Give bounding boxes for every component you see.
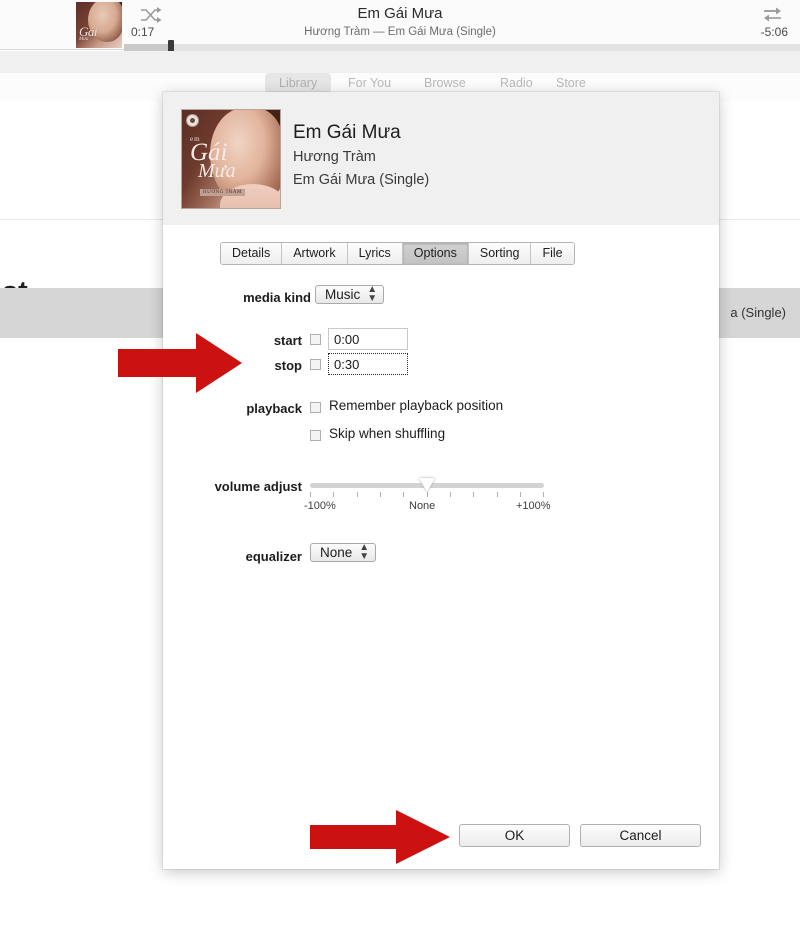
tab-details[interactable]: Details — [221, 243, 282, 264]
playback-label: playback — [163, 401, 302, 416]
tab-for-you[interactable]: For You — [348, 76, 391, 90]
annotation-arrow-ok — [310, 808, 452, 866]
now-playing-title: Em Gái Mưa — [0, 4, 800, 23]
tab-artwork[interactable]: Artwork — [282, 243, 347, 264]
cancel-button[interactable]: Cancel — [580, 824, 701, 847]
dialog-album-artwork: em Gái Mưa HƯƠNG TRÀM — [181, 109, 281, 209]
volume-min-label: -100% — [304, 500, 336, 512]
playback-scrubber[interactable] — [124, 44, 800, 51]
media-kind-label: media kind — [163, 290, 311, 305]
tab-library[interactable]: Library — [265, 73, 331, 93]
equalizer-select[interactable]: None ▲▼ — [310, 543, 376, 562]
stop-checkbox[interactable] — [310, 359, 321, 370]
artwork-logo-line4: HƯƠNG TRÀM — [200, 189, 245, 196]
remember-position-checkbox[interactable] — [310, 402, 321, 413]
dialog-album: Em Gái Mưa (Single) — [293, 172, 429, 188]
equalizer-value: None — [320, 545, 352, 560]
skip-shuffling-checkbox[interactable] — [310, 430, 321, 441]
volume-slider-handle[interactable] — [419, 478, 435, 492]
artwork-logo-line1: em — [190, 135, 245, 143]
start-checkbox[interactable] — [310, 334, 321, 345]
dialog-artist: Hương Tràm — [293, 149, 376, 165]
tab-radio[interactable]: Radio — [500, 76, 533, 90]
dialog-tab-bar: Details Artwork Lyrics Options Sorting F… — [220, 242, 575, 265]
player-bar: GáiMưa 0:17 Em Gái Mưa Hương Tràm — Em G… — [0, 0, 800, 50]
artwork-logo-text: em Gái Mưa HƯƠNG TRÀM — [190, 135, 245, 198]
chevron-updown-icon: ▲▼ — [367, 285, 377, 303]
tab-lyrics[interactable]: Lyrics — [348, 243, 403, 264]
remember-position-label[interactable]: Remember playback position — [329, 398, 503, 413]
now-playing-subtitle: Hương Tràm — Em Gái Mưa (Single) — [0, 24, 800, 40]
equalizer-label: equalizer — [163, 549, 302, 564]
now-playing-info: Em Gái Mưa Hương Tràm — Em Gái Mưa (Sing… — [0, 4, 800, 40]
remaining-time: -5:06 — [761, 25, 788, 39]
volume-mid-label: None — [409, 500, 435, 512]
volume-adjust-label: volume adjust — [163, 479, 302, 494]
annotation-arrow-start-stop — [118, 331, 244, 395]
tab-file[interactable]: File — [531, 243, 573, 264]
dialog-track-title: Em Gái Mưa — [293, 122, 401, 144]
background-toolbar-strip — [0, 51, 800, 73]
repeat-icon[interactable] — [760, 3, 786, 25]
track-info-dialog: em Gái Mưa HƯƠNG TRÀM Em Gái Mưa Hương T… — [163, 92, 719, 869]
scrubber-fill — [124, 44, 170, 51]
stop-time-input[interactable]: 0:30 — [328, 353, 408, 375]
media-kind-value: Music — [325, 287, 360, 302]
dialog-header: em Gái Mưa HƯƠNG TRÀM Em Gái Mưa Hương T… — [163, 92, 719, 225]
chevron-updown-icon: ▲▼ — [359, 543, 369, 561]
selected-track-album: a (Single) — [730, 305, 786, 320]
tab-options[interactable]: Options — [403, 243, 469, 264]
media-kind-select[interactable]: Music ▲▼ — [315, 285, 384, 304]
volume-slider-ticks — [310, 492, 544, 499]
tab-sorting[interactable]: Sorting — [469, 243, 532, 264]
tab-store[interactable]: Store — [556, 76, 586, 90]
artwork-logo-line3: Mưa — [190, 163, 245, 180]
tab-browse[interactable]: Browse — [424, 76, 466, 90]
explicit-badge-icon — [187, 115, 198, 126]
start-time-input[interactable]: 0:00 — [328, 328, 408, 350]
ok-button[interactable]: OK — [459, 824, 570, 847]
volume-max-label: +100% — [516, 500, 551, 512]
skip-shuffling-label[interactable]: Skip when shuffling — [329, 426, 445, 441]
